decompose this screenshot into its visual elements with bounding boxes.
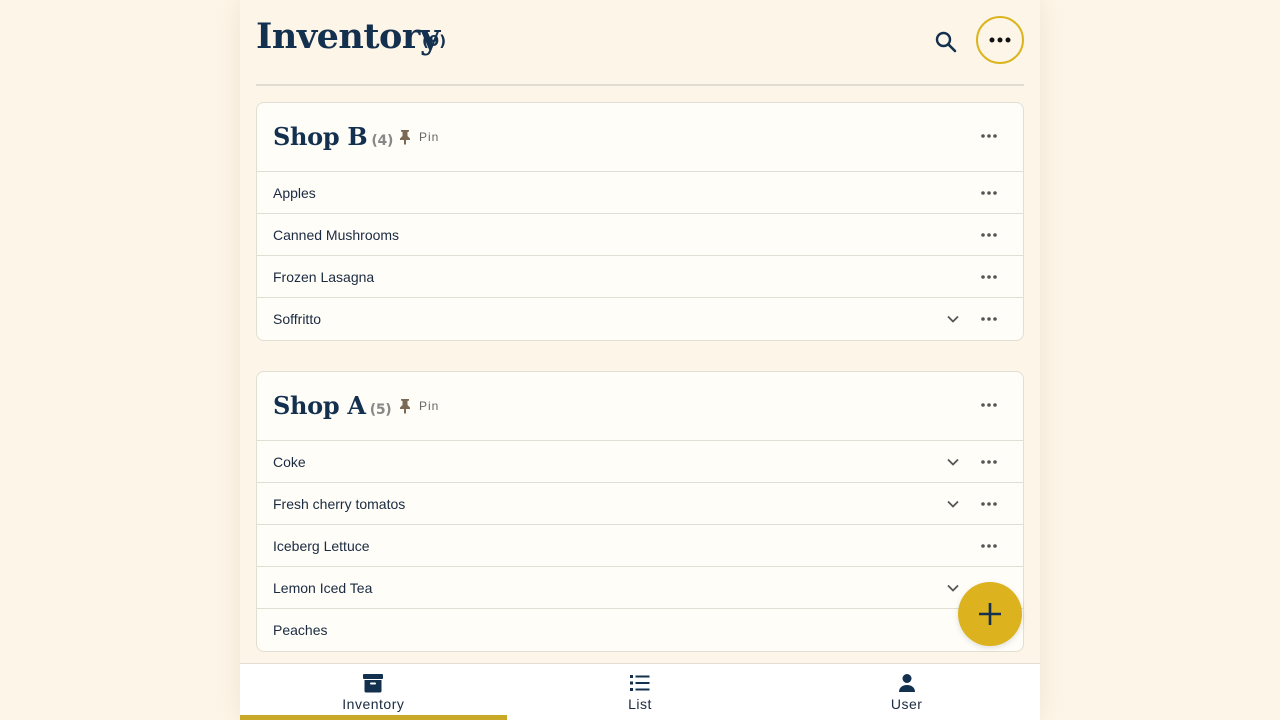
shop-more-button[interactable] <box>971 122 1007 150</box>
item-label: Soffritto <box>273 311 321 327</box>
list-item[interactable]: Peaches <box>257 609 1023 651</box>
nav-label: List <box>628 696 652 712</box>
nav-label: User <box>890 696 923 712</box>
item-label: Frozen Lasagna <box>273 269 375 285</box>
item-more-button[interactable] <box>971 221 1007 249</box>
item-more-button[interactable] <box>971 448 1007 476</box>
nav-item-inventory[interactable]: Inventory <box>240 664 507 720</box>
chevron-down-icon <box>947 458 959 466</box>
more-horizontal-icon <box>981 403 997 407</box>
list-item[interactable]: Soffritto <box>257 298 1023 340</box>
item-label: Peaches <box>273 622 328 638</box>
item-more-button[interactable] <box>971 179 1007 207</box>
header-more-button[interactable] <box>976 16 1024 64</box>
item-label: Iceberg Lettuce <box>273 538 370 554</box>
more-horizontal-icon <box>981 275 997 279</box>
shop-card-header: Shop A (5) Pin <box>257 372 1023 441</box>
item-more-button[interactable] <box>971 490 1007 518</box>
page-title-count: (9) <box>422 32 447 50</box>
list-item[interactable]: Frozen Lasagna <box>257 256 1023 298</box>
pin-icon <box>400 399 410 414</box>
shop-count: (4) <box>371 133 394 149</box>
item-label: Apples <box>273 185 316 201</box>
expand-button[interactable] <box>939 450 967 474</box>
more-horizontal-icon <box>981 460 997 464</box>
item-label: Fresh cherry tomatos <box>273 496 406 512</box>
list-item[interactable]: Canned Mushrooms <box>257 214 1023 256</box>
chevron-down-icon <box>947 584 959 592</box>
pin-button[interactable]: Pin <box>399 398 439 414</box>
pin-button[interactable]: Pin <box>399 129 439 145</box>
shop-card: Shop B (4) Pin Apples Canned Mushrooms Fr… <box>256 102 1024 341</box>
shop-card-header: Shop B (4) Pin <box>257 103 1023 172</box>
list-item[interactable]: Fresh cherry tomatos <box>257 483 1023 525</box>
pin-label: Pin <box>419 399 440 413</box>
page-title: Inventory <box>256 16 440 57</box>
nav-item-list[interactable]: List <box>507 664 774 720</box>
item-more-button[interactable] <box>971 305 1007 333</box>
expand-button[interactable] <box>939 307 967 331</box>
more-horizontal-icon <box>981 233 997 237</box>
bottom-nav: Inventory List User <box>240 663 1040 720</box>
list-item[interactable]: Lemon Iced Tea <box>257 567 1023 609</box>
list-item[interactable]: Coke <box>257 441 1023 483</box>
shop-title: Shop A (5) <box>273 391 392 420</box>
more-horizontal-icon <box>989 37 1011 43</box>
more-horizontal-icon <box>981 317 997 321</box>
plus-icon <box>979 603 1001 625</box>
shop-title: Shop B (4) <box>273 122 393 151</box>
item-more-button[interactable] <box>971 532 1007 560</box>
expand-button[interactable] <box>939 492 967 516</box>
search-icon <box>935 31 957 53</box>
app-frame: Inventory (9) Shop B (4) Pin Apples Cann… <box>240 0 1040 720</box>
shop-name: Shop A <box>273 391 366 420</box>
list-item[interactable]: Apples <box>257 172 1023 214</box>
add-item-button[interactable] <box>958 582 1022 646</box>
pin-label: Pin <box>419 130 440 144</box>
pin-icon <box>400 130 410 145</box>
search-button[interactable] <box>928 24 964 60</box>
shop-name: Shop B <box>273 122 368 151</box>
chevron-down-icon <box>947 315 959 323</box>
item-label: Canned Mushrooms <box>273 227 400 243</box>
chevron-down-icon <box>947 500 959 508</box>
archive-icon <box>363 674 384 693</box>
more-horizontal-icon <box>981 134 997 138</box>
shop-more-button[interactable] <box>971 391 1007 419</box>
more-horizontal-icon <box>981 544 997 548</box>
more-horizontal-icon <box>981 502 997 506</box>
list-item[interactable]: Iceberg Lettuce <box>257 525 1023 567</box>
item-more-button[interactable] <box>971 263 1007 291</box>
nav-item-user[interactable]: User <box>773 664 1040 720</box>
more-horizontal-icon <box>981 191 997 195</box>
page-header: Inventory (9) <box>256 0 1024 86</box>
shop-card: Shop A(5) Pin Coke Fresh cherry tomatos <box>256 371 1024 652</box>
nav-label: Inventory <box>342 696 405 712</box>
item-label: Lemon Iced Tea <box>273 580 373 596</box>
user-icon <box>898 674 915 692</box>
shop-count: (5) <box>369 402 392 418</box>
list-icon <box>630 675 650 691</box>
item-label: Coke <box>273 454 306 470</box>
